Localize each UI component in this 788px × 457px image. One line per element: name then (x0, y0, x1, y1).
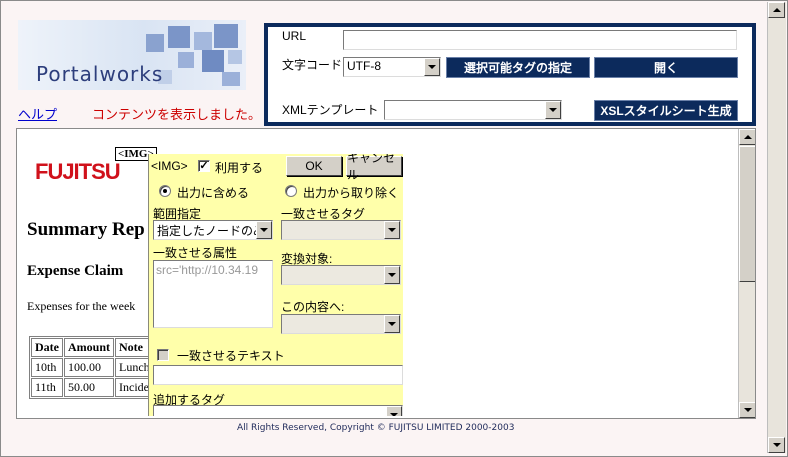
column-header: Amount (64, 338, 115, 357)
xml-template-label: XMLテンプレート (282, 103, 379, 117)
tag-editor-popup: <IMG> ✓ 利用する OK キャンセル 出力に含める 出力から取り除く 範囲… (148, 154, 403, 416)
dropdown-button[interactable] (384, 266, 400, 284)
scroll-up-button[interactable] (768, 2, 785, 18)
arrow-down-icon (772, 443, 781, 447)
convert-target-select[interactable] (281, 265, 401, 285)
xml-template-select[interactable] (384, 100, 562, 120)
generate-xsl-button[interactable]: XSLスタイルシート生成 (594, 100, 738, 121)
charset-label: 文字コード (282, 58, 343, 72)
preview-scrollbar[interactable] (738, 129, 755, 418)
scroll-up-button[interactable] (739, 129, 755, 145)
match-text-label: 一致させるテキスト (177, 349, 285, 363)
chevron-down-icon (390, 413, 398, 416)
match-tag-select[interactable] (281, 220, 401, 240)
logo-text: Portalworks (36, 62, 164, 86)
match-attr-textarea[interactable]: src='http://10.34.19 (153, 260, 273, 328)
status-message: コンテンツを表示しました。 (92, 107, 262, 122)
table-cell: 100.00 (64, 358, 115, 377)
use-checkbox[interactable]: ✓ (198, 160, 210, 172)
fujitsu-logo: FUJITSU (35, 159, 121, 184)
to-content-select[interactable] (281, 314, 401, 334)
report-title: Summary Rep (27, 219, 145, 240)
range-value: 指定したノードのみ (157, 224, 266, 238)
table-cell: 50.00 (64, 378, 115, 397)
use-label: 利用する (215, 161, 264, 175)
table-cell: 10th (31, 358, 63, 377)
table-cell: 11th (31, 378, 63, 397)
include-output-label: 出力に含める (177, 186, 250, 200)
ok-button[interactable]: OK (286, 156, 342, 176)
charset-value: UTF-8 (347, 59, 381, 73)
checkmark-icon: ✓ (199, 160, 209, 172)
add-tag-select[interactable] (153, 405, 403, 416)
url-label: URL (282, 29, 307, 43)
range-select[interactable]: 指定したノードのみ (153, 220, 273, 240)
exclude-output-radio[interactable] (285, 185, 297, 197)
url-input[interactable] (343, 30, 737, 50)
match-attr-label: 一致させる属性 (153, 246, 238, 260)
chevron-down-icon (388, 273, 396, 277)
arrow-down-icon (743, 408, 752, 412)
tag-name: <IMG> (151, 159, 188, 173)
table-header-row: Date Amount Note (31, 338, 157, 357)
dropdown-button[interactable] (256, 221, 272, 239)
help-link[interactable]: ヘルプ (18, 104, 57, 123)
section-title: Expense Claim (27, 263, 124, 279)
chevron-down-icon (388, 322, 396, 326)
page-scrollbar[interactable] (767, 2, 786, 453)
match-text-input[interactable] (153, 365, 403, 385)
chevron-down-icon (260, 228, 268, 232)
match-text-checkbox[interactable] (157, 349, 169, 361)
to-content-label: この内容へ: (281, 300, 345, 314)
include-output-radio[interactable] (159, 185, 171, 197)
copyright-text: All Rights Reserved, Copyright © FUJITSU… (237, 423, 515, 433)
expense-table: Date Amount Note 10th 100.00 Lunch 11th … (29, 336, 159, 399)
chevron-down-icon (428, 65, 436, 69)
arrow-up-icon (743, 135, 752, 139)
scroll-down-button[interactable] (768, 437, 785, 453)
arrow-up-icon (772, 8, 781, 12)
exclude-output-label: 出力から取り除く (303, 186, 400, 200)
dropdown-button[interactable] (384, 315, 400, 333)
table-row: 10th 100.00 Lunch (31, 358, 157, 377)
cancel-button[interactable]: キャンセル (346, 154, 402, 182)
charset-select[interactable]: UTF-8 (343, 57, 441, 77)
scroll-thumb[interactable] (739, 146, 755, 282)
scroll-down-button[interactable] (739, 402, 755, 418)
dropdown-button[interactable] (545, 101, 561, 119)
dropdown-button[interactable] (424, 58, 440, 76)
open-button[interactable]: 開く (594, 57, 738, 78)
column-header: Date (31, 338, 63, 357)
select-tags-button[interactable]: 選択可能タグの指定 (446, 57, 590, 78)
control-panel: URL 文字コード UTF-8 選択可能タグの指定 開く XMLテンプレート X… (264, 23, 756, 126)
dropdown-button[interactable] (386, 406, 402, 416)
chevron-down-icon (549, 108, 557, 112)
table-row: 11th 50.00 Incider (31, 378, 157, 397)
dropdown-button[interactable] (384, 221, 400, 239)
portalworks-logo: Portalworks (18, 20, 246, 90)
body-text: Expenses for the week (27, 299, 136, 313)
chevron-down-icon (388, 228, 396, 232)
